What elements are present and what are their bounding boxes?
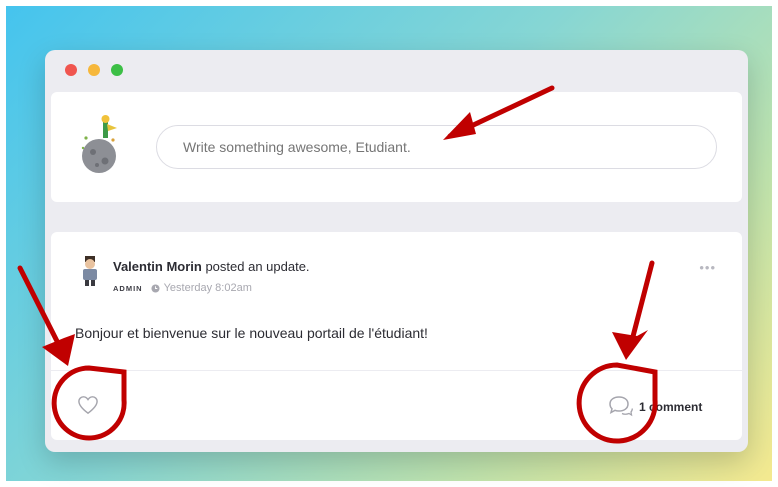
divider: [51, 370, 742, 371]
post-timestamp[interactable]: Yesterday 8:02am: [164, 282, 252, 294]
post-composer-input[interactable]: [156, 125, 717, 169]
comment-bubble-icon[interactable]: [607, 395, 633, 417]
activity-post: Valentin Morin posted an update. ADMIN Y…: [51, 232, 742, 440]
post-meta: ADMIN Yesterday 8:02am: [113, 282, 252, 294]
post-header: Valentin Morin posted an update.: [113, 259, 310, 274]
window-controls: [65, 64, 123, 76]
role-badge: ADMIN: [113, 283, 143, 293]
app-window: Valentin Morin posted an update. ADMIN Y…: [45, 50, 748, 452]
more-options-icon[interactable]: •••: [699, 260, 716, 275]
author-avatar: [83, 256, 97, 286]
close-window-button[interactable]: [65, 64, 77, 76]
minimize-window-button[interactable]: [88, 64, 100, 76]
post-action-text: posted an update.: [201, 259, 310, 274]
clock-icon: [151, 283, 160, 293]
maximize-window-button[interactable]: [111, 64, 123, 76]
post-content: Bonjour et bienvenue sur le nouveau port…: [75, 325, 428, 341]
author-name-link[interactable]: Valentin Morin: [113, 259, 202, 274]
little-prince-planet-icon: [81, 115, 117, 173]
heart-icon[interactable]: [77, 395, 99, 415]
post-composer: [51, 92, 742, 202]
comment-count-link[interactable]: 1 comment: [639, 400, 702, 414]
